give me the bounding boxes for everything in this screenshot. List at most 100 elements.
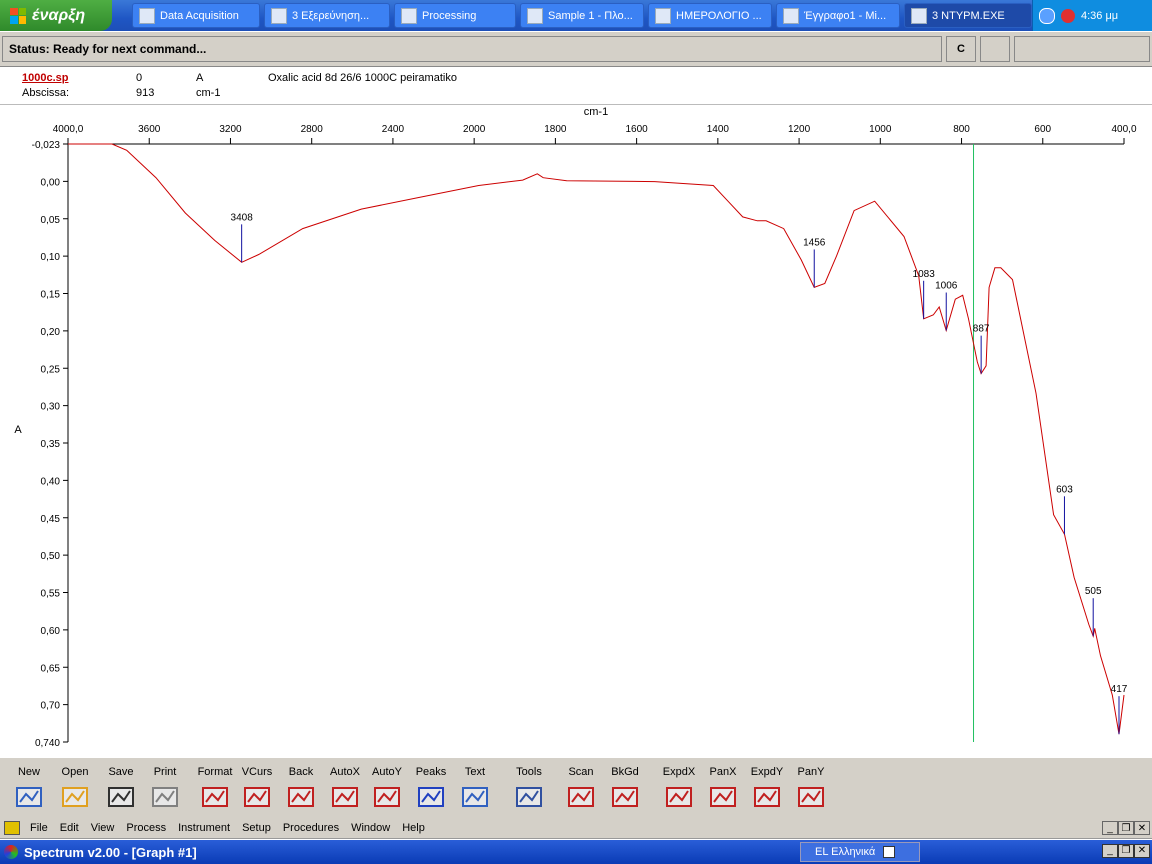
window-icon: [139, 7, 155, 24]
tools-button-label: Tools: [516, 766, 542, 778]
y-tick-label: 0,50: [41, 551, 61, 562]
close-button[interactable]: ✕: [1134, 844, 1150, 858]
taskbar-item-label: 3 Εξερεύνηση...: [292, 9, 370, 22]
start-button[interactable]: έναρξη: [0, 0, 112, 31]
print-button[interactable]: Print: [140, 758, 190, 818]
peak-label: 417: [1111, 684, 1128, 695]
bkgd-button[interactable]: BkGd: [600, 758, 650, 818]
menu-process[interactable]: Process: [120, 822, 172, 834]
peak-label: 887: [973, 324, 990, 335]
abscissa-unit: cm-1: [196, 87, 221, 99]
abscissa-value: 913: [136, 87, 155, 99]
title-bar: Spectrum v2.00 - [Graph #1]: [0, 840, 1152, 864]
autox-icon: [332, 787, 358, 807]
y-tick-label: 0,20: [41, 327, 61, 338]
expdx-icon: [666, 787, 692, 807]
menu-help[interactable]: Help: [396, 822, 431, 834]
y-tick-label: 0,45: [41, 514, 61, 525]
print-icon: [152, 787, 178, 807]
menu-instrument[interactable]: Instrument: [172, 822, 236, 834]
taskbar-item[interactable]: Data Acquisition: [132, 3, 260, 28]
text-button-label: Text: [464, 766, 486, 778]
cursor-value: 0: [136, 72, 143, 84]
taskbar-item[interactable]: Έγγραφο1 - Mi...: [776, 3, 900, 28]
y-tick-label: 0,65: [41, 663, 61, 674]
peak-label: 603: [1056, 484, 1073, 495]
window-icon: [271, 7, 287, 24]
spectrum-chart[interactable]: cm-1 A 4000,0 3600 3200 2800 2400 2000 1800 1600 1…: [0, 104, 1152, 756]
x-tick-label: 1800: [544, 124, 567, 135]
taskbar-item[interactable]: Processing: [394, 3, 516, 28]
bkgd-icon: [612, 787, 638, 807]
menu-window[interactable]: Window: [345, 822, 396, 834]
save-icon: [108, 787, 134, 807]
windows-logo-icon: [10, 7, 26, 24]
document-icon[interactable]: [4, 821, 20, 835]
pany-button[interactable]: PanY: [786, 758, 836, 818]
toolbar: New Open Save Print Format VCurs Back AutoX Auto…: [0, 757, 1152, 819]
panx-icon: [710, 787, 736, 807]
taskbar-item-label: ΗΜΕΡΟΛΟΓΙΟ ...: [676, 9, 762, 22]
y-tick-label: 0,70: [41, 701, 61, 712]
peak-label: 1456: [803, 237, 826, 248]
menu-edit[interactable]: Edit: [54, 822, 85, 834]
y-tick-label: 0,740: [35, 738, 60, 749]
menu-procedures[interactable]: Procedures: [277, 822, 345, 834]
y-tick-label: 0,40: [41, 476, 61, 487]
file-name[interactable]: 1000c.sp: [22, 72, 68, 84]
new-icon: [16, 787, 42, 807]
x-tick-label: 2800: [301, 124, 324, 135]
y-tick-label: -0,023: [32, 140, 61, 151]
taskbar-item-label: Sample 1 - Πλο...: [548, 9, 633, 22]
taskbar-item[interactable]: Sample 1 - Πλο...: [520, 3, 644, 28]
x-tick-label: 1600: [625, 124, 648, 135]
tools-button[interactable]: Tools: [504, 758, 554, 818]
x-tick-label: 800: [953, 124, 970, 135]
minimize-button[interactable]: _: [1102, 844, 1118, 858]
peak-label: 505: [1085, 586, 1102, 597]
taskbar-item-label: Processing: [422, 9, 477, 22]
y-tick-label: 0,60: [41, 626, 61, 637]
x-tick-label: 2000: [463, 124, 486, 135]
mdi-restore-button[interactable]: ❐: [1118, 821, 1134, 835]
x-tick-label: 1400: [707, 124, 730, 135]
mdi-close-button[interactable]: ✕: [1134, 821, 1150, 835]
y-tick-label: 0,25: [41, 364, 61, 375]
window-icon: [783, 7, 799, 24]
taskbar: έναρξη 4:36 μμ Data Acquisition 3 Εξερεύν…: [0, 0, 1152, 31]
x-tick-label: 400,0: [1111, 124, 1136, 135]
menu-setup[interactable]: Setup: [236, 822, 277, 834]
c-button[interactable]: C: [946, 36, 976, 62]
language-bar[interactable]: EL Ελληνικά: [800, 842, 920, 862]
vcurs-icon: [244, 787, 270, 807]
menu-view[interactable]: View: [85, 822, 121, 834]
y-axis-label: A: [14, 424, 22, 436]
spectrum-line: [68, 143, 1125, 735]
taskbar-item[interactable]: 3 ΝΤΥΡΜ.EXE: [904, 3, 1032, 28]
taskbar-item[interactable]: 3 Εξερεύνηση...: [264, 3, 390, 28]
cursor-unit: A: [196, 72, 204, 84]
x-tick-label: 1200: [788, 124, 811, 135]
text-icon: [462, 787, 488, 807]
tools-icon: [516, 787, 542, 807]
restore-button[interactable]: ❐: [1118, 844, 1134, 858]
taskbar-item[interactable]: ΗΜΕΡΟΛΟΓΙΟ ...: [648, 3, 772, 28]
window-title: Spectrum v2.00 - [Graph #1]: [24, 844, 197, 860]
y-tick-label: 0,10: [41, 252, 61, 263]
spectrum-description: Oxalic acid 8d 26/6 1000C peiramatiko: [268, 72, 457, 84]
text-button[interactable]: Text: [450, 758, 500, 818]
security-icon[interactable]: [1061, 8, 1075, 23]
y-tick-label: 0,55: [41, 589, 61, 600]
y-tick-label: 0,35: [41, 439, 61, 450]
network-icon[interactable]: [1039, 7, 1055, 24]
y-tick-label: 0,30: [41, 402, 61, 413]
back-icon: [288, 787, 314, 807]
menu-file[interactable]: File: [24, 822, 54, 834]
help-icon[interactable]: [883, 846, 896, 858]
y-tick-label: 0,15: [41, 290, 61, 301]
system-tray: 4:36 μμ: [1032, 0, 1152, 31]
clock[interactable]: 4:36 μμ: [1081, 10, 1118, 22]
app-icon[interactable]: [4, 845, 18, 859]
format-icon: [202, 787, 228, 807]
mdi-minimize-button[interactable]: _: [1102, 821, 1118, 835]
